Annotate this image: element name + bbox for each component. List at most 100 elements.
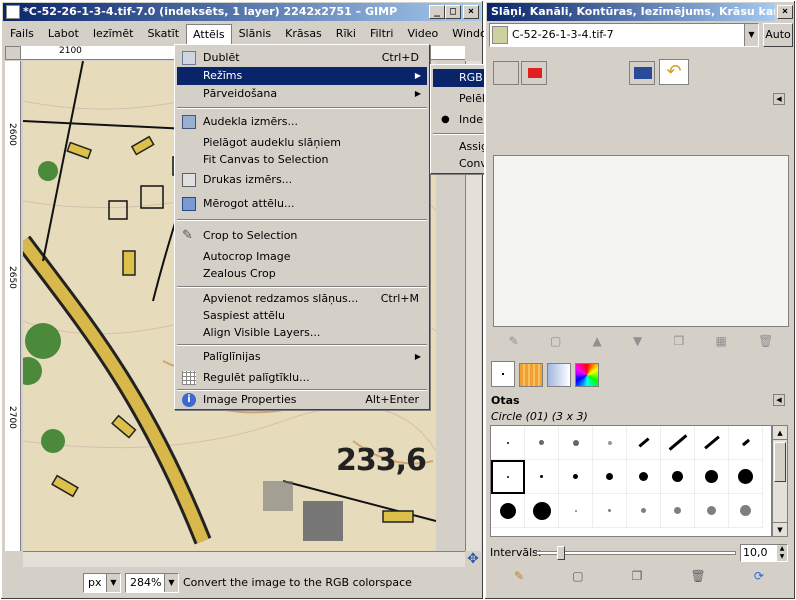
brush-grid[interactable] [490,425,772,537]
brush-item[interactable] [491,494,525,528]
menu-filtri[interactable]: Filtri [363,24,401,44]
menu-item-mode[interactable]: Režīms ▶ [177,67,427,85]
duplicate-brush-icon[interactable]: ❐ [632,569,643,583]
menu-riki[interactable]: Rīki [329,24,363,44]
menu-item-crop-selection[interactable]: ✎ Crop to Selection [177,227,427,245]
menu-item-align-layers[interactable]: Align Visible Layers... [177,324,427,342]
brush-item[interactable] [661,494,695,528]
delete-brush-icon[interactable]: 🗑 [691,569,706,583]
tab-channels[interactable] [521,61,547,85]
unit-select[interactable]: px ▼ [83,573,121,593]
scroll-up-icon[interactable]: ▲ [773,426,787,440]
brush-item[interactable] [525,460,559,494]
menu-labot[interactable]: Labot [41,24,86,44]
brush-item[interactable] [661,460,695,494]
menu-item-transform[interactable]: Pārveidošana ▶ [177,85,427,103]
new-brush-icon[interactable]: ▢ [572,569,583,583]
menu-item-fit-canvas-layers[interactable]: Pielāgot audeklu slāņiem [177,134,427,152]
brush-item[interactable] [695,460,729,494]
dock-close-button[interactable]: × [777,5,793,19]
navigate-icon[interactable]: ✥ [465,551,481,567]
menu-item-scale-image[interactable]: Mērogot attēlu... [177,195,427,213]
menu-iezimet[interactable]: Iezīmēt [86,24,141,44]
title-bar[interactable]: *C-52-26-1-3-4.tif-7.0 (indeksēts, 1 lay… [3,3,481,21]
raise-icon[interactable]: ▲ [593,334,602,348]
refresh-brushes-icon[interactable]: ⟳ [754,569,764,583]
brush-item[interactable] [627,460,661,494]
menu-krasas[interactable]: Krāsas [278,24,329,44]
brush-item[interactable] [525,494,559,528]
tab-gradients[interactable] [547,363,571,387]
brush-item[interactable] [559,460,593,494]
brush-item[interactable] [627,426,661,460]
dock-title-bar[interactable]: Slāņi, Kanāli, Kontūras, Iezīmējums, Krā… [487,3,775,21]
brush-item[interactable] [695,494,729,528]
menu-item-print-size[interactable]: Drukas izmērs... [177,171,427,189]
menu-item-canvas-size[interactable]: Audekla izmērs... [177,113,427,131]
brushes-menu-icon[interactable]: ◀ [773,394,785,406]
new-icon[interactable]: ▢ [550,334,561,348]
delete-icon[interactable]: 🗑 [758,334,773,348]
maximize-button[interactable]: □ [445,5,461,19]
duplicate-icon[interactable]: ❐ [674,334,685,348]
edit-brush-icon[interactable]: ✎ [514,569,524,583]
tab-layers[interactable] [493,61,519,85]
menu-item-configure-grid[interactable]: Regulēt palīgtīklu... [177,369,427,387]
menu-item-flatten-image[interactable]: Saspiest attēlu [177,307,427,325]
anchor-icon[interactable]: ▦ [716,334,727,348]
edit-icon[interactable]: ✎ [509,334,519,348]
menu-attels[interactable]: Attēls [186,23,232,45]
tab-undo[interactable]: ↶ [659,59,689,85]
scroll-down-icon[interactable]: ▼ [773,522,787,536]
menu-item-label: Zealous Crop [203,267,276,280]
tab-patterns[interactable] [519,363,543,387]
tab-palettes[interactable] [575,363,599,387]
menu-item-zealous-crop[interactable]: Zealous Crop [177,265,427,283]
colormap-list[interactable] [493,155,789,327]
brush-item[interactable] [559,494,593,528]
quick-mask-toggle[interactable] [5,46,21,60]
spin-arrows-icon[interactable]: ▲ ▼ [777,545,787,561]
auto-button[interactable]: Auto [763,23,793,47]
minimize-button[interactable]: _ [429,5,445,19]
zoom-select[interactable]: 284% ▼ [125,573,179,593]
brush-item-selected[interactable] [491,460,525,494]
menu-slanis[interactable]: Slānis [232,24,279,44]
brush-item[interactable] [525,426,559,460]
menu-item-duplicate[interactable]: Dublēt Ctrl+D [177,49,427,67]
brush-item[interactable] [729,426,763,460]
menu-item-autocrop[interactable]: Autocrop Image [177,248,427,266]
spacing-spinbox[interactable]: 10,0 ▲ ▼ [740,544,788,562]
scroll-thumb[interactable] [774,442,786,482]
menu-fails[interactable]: Fails [3,24,41,44]
menu-item-image-properties[interactable]: i Image Properties Alt+Enter [177,391,427,409]
spacing-slider-handle[interactable] [556,546,565,560]
brush-item[interactable] [627,494,661,528]
image-select[interactable]: C-52-26-1-3-4.tif-7 ▼ [489,23,759,47]
brush-item[interactable] [559,426,593,460]
spacing-label: Intervāls: [490,546,542,559]
brush-item[interactable] [491,426,525,460]
brush-item[interactable] [729,460,763,494]
menu-skatit[interactable]: Skatīt [140,24,186,44]
spacing-slider[interactable] [536,546,736,560]
menu-video[interactable]: Video [400,24,445,44]
menu-item-fit-canvas-selection[interactable]: Fit Canvas to Selection [177,151,427,169]
brush-item[interactable] [695,426,729,460]
brush-item[interactable] [661,426,695,460]
tab-colormap[interactable] [629,61,655,85]
left-ruler[interactable]: 2600 2650 2700 [5,61,21,551]
tab-brushes[interactable] [491,361,515,387]
brush-item[interactable] [593,426,627,460]
close-button[interactable]: × [463,5,479,19]
lower-icon[interactable]: ▼ [633,334,642,348]
menu-item-guides[interactable]: Palīglīnijas ▶ [177,348,427,366]
panel-menu-icon[interactable]: ◀ [773,93,785,105]
brush-item[interactable] [729,494,763,528]
menu-item-label: Fit Canvas to Selection [203,153,329,166]
menu-item-flatten-visible[interactable]: Apvienot redzamos slāņus... Ctrl+M [177,290,427,308]
brush-item[interactable] [593,494,627,528]
brush-item[interactable] [593,460,627,494]
horizontal-scrollbar[interactable] [23,551,465,567]
brush-scrollbar[interactable]: ▲ ▼ [772,425,788,537]
